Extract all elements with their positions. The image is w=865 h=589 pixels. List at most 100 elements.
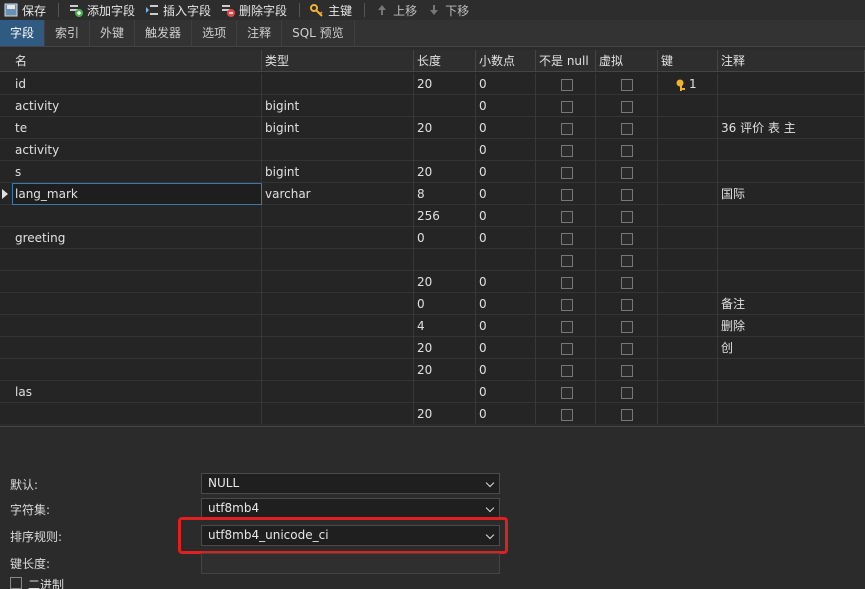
cell-comment[interactable]: 备注 <box>718 293 865 315</box>
cell-not-null[interactable] <box>536 139 596 161</box>
cell-not-null[interactable] <box>536 403 596 424</box>
cell-name[interactable] <box>12 359 262 381</box>
cell-length[interactable]: 256 <box>414 205 476 227</box>
table-row[interactable]: 20 0 <box>0 359 865 381</box>
cell-not-null[interactable] <box>536 337 596 359</box>
cell-decimals[interactable]: 0 <box>476 293 536 315</box>
checkbox[interactable] <box>621 144 633 157</box>
cell-key[interactable] <box>658 359 718 381</box>
checkbox[interactable] <box>621 276 633 289</box>
column-header-comment[interactable]: 注释 <box>718 50 865 72</box>
cell-length[interactable]: 20 <box>414 337 476 359</box>
column-header-key[interactable]: 键 <box>658 50 718 72</box>
cell-key[interactable] <box>658 381 718 403</box>
cell-not-null[interactable] <box>536 227 596 249</box>
cell-decimals[interactable]: 0 <box>476 403 536 424</box>
table-row[interactable]: 20 0 <box>0 403 865 424</box>
cell-comment[interactable]: 删除 <box>718 315 865 337</box>
cell-name[interactable] <box>12 205 262 227</box>
cell-decimals[interactable] <box>476 249 536 271</box>
cell-virtual[interactable] <box>596 117 658 139</box>
cell-not-null[interactable] <box>536 315 596 337</box>
checkbox[interactable] <box>561 188 573 201</box>
column-header-virtual[interactable]: 虚拟 <box>596 50 658 72</box>
table-row[interactable]: id 20 0 1 <box>0 73 865 95</box>
table-row[interactable] <box>0 249 865 271</box>
cell-comment[interactable] <box>718 271 865 293</box>
cell-not-null[interactable] <box>536 293 596 315</box>
cell-comment[interactable] <box>718 359 865 381</box>
cell-name[interactable] <box>12 403 262 424</box>
checkbox[interactable] <box>621 232 633 245</box>
checkbox[interactable] <box>561 78 573 91</box>
cell-comment[interactable]: 创 <box>718 337 865 359</box>
cell-decimals[interactable]: 0 <box>476 73 536 95</box>
cell-decimals[interactable]: 0 <box>476 161 536 183</box>
table-row[interactable]: 20 0 <box>0 271 865 293</box>
cell-decimals[interactable]: 0 <box>476 227 536 249</box>
checkbox[interactable] <box>621 320 633 333</box>
cell-name[interactable]: s <box>12 161 262 183</box>
cell-length[interactable]: 4 <box>414 315 476 337</box>
checkbox[interactable] <box>621 78 633 91</box>
cell-comment[interactable] <box>718 139 865 161</box>
table-row[interactable]: lang_mark varchar 8 0 国际 <box>0 183 865 205</box>
cell-length[interactable] <box>414 95 476 117</box>
checkbox[interactable] <box>621 298 633 311</box>
cell-decimals[interactable]: 0 <box>476 315 536 337</box>
cell-type[interactable] <box>262 381 414 403</box>
cell-key[interactable] <box>658 183 718 205</box>
table-row[interactable]: 0 0 备注 <box>0 293 865 315</box>
cell-virtual[interactable] <box>596 381 658 403</box>
cell-virtual[interactable] <box>596 139 658 161</box>
cell-not-null[interactable] <box>536 359 596 381</box>
checkbox[interactable] <box>561 100 573 113</box>
cell-key[interactable] <box>658 271 718 293</box>
delete-field-button[interactable]: 删除字段 <box>217 0 293 20</box>
cell-key[interactable] <box>658 161 718 183</box>
table-row[interactable]: 20 0 创 <box>0 337 865 359</box>
cell-comment[interactable] <box>718 249 865 271</box>
cell-name[interactable] <box>12 271 262 293</box>
charset-select[interactable]: utf8mb4 <box>201 498 500 519</box>
cell-comment[interactable] <box>718 161 865 183</box>
table-row[interactable]: activity 0 <box>0 139 865 161</box>
move-down-button[interactable]: 下移 <box>423 0 475 20</box>
cell-decimals[interactable]: 0 <box>476 271 536 293</box>
cell-virtual[interactable] <box>596 249 658 271</box>
tab-sql-preview[interactable]: SQL 预览 <box>282 20 355 46</box>
cell-key[interactable] <box>658 293 718 315</box>
cell-type[interactable]: bigint <box>262 161 414 183</box>
cell-virtual[interactable] <box>596 161 658 183</box>
cell-not-null[interactable] <box>536 117 596 139</box>
move-up-button[interactable]: 上移 <box>371 0 423 20</box>
cell-decimals[interactable]: 0 <box>476 183 536 205</box>
cell-type[interactable] <box>262 227 414 249</box>
cell-length[interactable]: 20 <box>414 359 476 381</box>
cell-not-null[interactable] <box>536 205 596 227</box>
key-length-input[interactable] <box>201 553 500 574</box>
cell-key[interactable] <box>658 227 718 249</box>
cell-type[interactable] <box>262 337 414 359</box>
checkbox[interactable] <box>561 144 573 157</box>
cell-name[interactable]: activity <box>12 95 262 117</box>
checkbox[interactable] <box>561 364 573 377</box>
checkbox[interactable] <box>621 100 633 113</box>
cell-name[interactable]: activity <box>12 139 262 161</box>
checkbox[interactable] <box>621 166 633 179</box>
cell-name[interactable]: te <box>12 117 262 139</box>
cell-type[interactable] <box>262 73 414 95</box>
cell-type[interactable]: bigint <box>262 117 414 139</box>
tab-triggers[interactable]: 触发器 <box>135 20 193 46</box>
cell-length[interactable]: 0 <box>414 293 476 315</box>
cell-not-null[interactable] <box>536 271 596 293</box>
table-row[interactable]: activity bigint 0 <box>0 95 865 117</box>
checkbox[interactable] <box>621 342 633 355</box>
tab-indexes[interactable]: 索引 <box>45 20 91 46</box>
cell-type[interactable] <box>262 293 414 315</box>
cell-length[interactable]: 20 <box>414 73 476 95</box>
cell-decimals[interactable]: 0 <box>476 381 536 403</box>
checkbox[interactable] <box>561 166 573 179</box>
cell-comment[interactable] <box>718 381 865 403</box>
cell-decimals[interactable]: 0 <box>476 117 536 139</box>
